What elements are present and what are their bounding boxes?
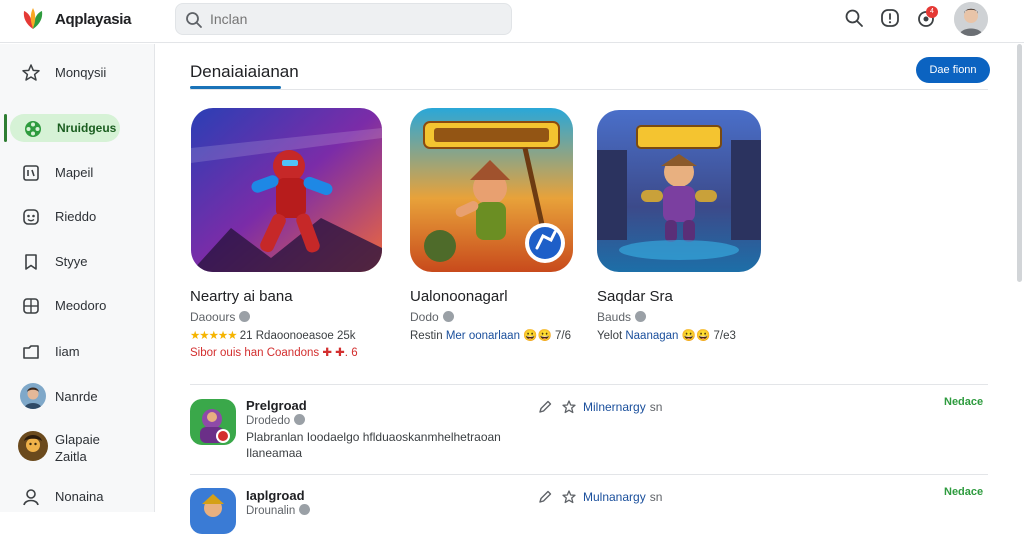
game-title[interactable]: Saqdar Sra: [597, 288, 673, 305]
search-icon: [186, 12, 202, 28]
user-avatar[interactable]: [954, 2, 988, 36]
game-developer: Dodo: [410, 310, 454, 324]
sidebar-item-nruidgeus[interactable]: Nruidgeus: [10, 114, 120, 142]
section-title: Denaiaiaianan: [190, 62, 299, 81]
sidebar-item-meodoro[interactable]: Meodoro: [8, 291, 148, 319]
divider: [190, 474, 988, 475]
sidebar-item-rieddo[interactable]: Rieddo: [8, 202, 148, 230]
app-name[interactable]: Aqplayasia: [55, 11, 132, 28]
search-icon[interactable]: [844, 8, 864, 28]
bookmark-icon: [25, 254, 37, 270]
folder-icon: [23, 345, 39, 359]
game-title[interactable]: Neartry ai bana: [190, 288, 293, 305]
star-outline-icon[interactable]: [561, 489, 577, 505]
verified-icon: [635, 311, 647, 322]
game-developer: Bauds: [597, 310, 647, 324]
game-meta: Yelot Naanagan 😀😀 7/e3: [597, 330, 736, 342]
sidebar-item-label: Nanrde: [55, 389, 98, 404]
games-icon: [25, 121, 41, 137]
sidebar-item-label: Meodoro: [55, 298, 107, 313]
list-item-developer: Drodedo: [246, 414, 306, 427]
list-item-status: Nedace: [944, 396, 984, 408]
sidebar-item-label: Rieddo: [55, 209, 97, 224]
game-card-art[interactable]: [597, 110, 761, 272]
avatar: [18, 431, 48, 461]
list-item-title[interactable]: Iaplgroad: [246, 488, 305, 503]
game-meta: ★★★★★ 21 Rdaoonoeasoe 25k: [190, 330, 356, 342]
sidebar-item-label: Nonaina: [55, 489, 104, 504]
edit-icon[interactable]: [537, 489, 553, 505]
help-icon[interactable]: [880, 8, 900, 28]
edit-icon[interactable]: [537, 399, 553, 415]
list-app-icon[interactable]: [190, 399, 236, 445]
sidebar-item-styye[interactable]: Styye: [8, 247, 148, 275]
game-card-art[interactable]: [191, 108, 382, 272]
sidebar-item-label: Nruidgeus: [57, 121, 117, 135]
apps-grid-icon: [23, 298, 39, 314]
notification-badge: 4: [926, 6, 938, 18]
list-app-icon[interactable]: [190, 488, 236, 534]
verified-icon: [239, 311, 251, 322]
scrollbar[interactable]: [1017, 44, 1022, 282]
game-meta: Restin Mer oonarlaan 😀😀 7/6: [410, 330, 571, 342]
verified-icon: [299, 504, 311, 515]
verified-icon: [442, 311, 454, 322]
sidebar-item-iiam[interactable]: Iiam: [8, 337, 148, 365]
sidebar-item-label: Monqysii: [55, 65, 107, 80]
person-outline-icon: [23, 489, 39, 506]
sidebar-item-label: Mapeil: [55, 165, 94, 180]
star-outline-icon[interactable]: [561, 399, 577, 415]
search-bar[interactable]: [175, 3, 512, 35]
game-developer: Daoours: [190, 310, 251, 324]
books-icon: [23, 165, 39, 181]
app-logo-icon[interactable]: [20, 6, 46, 32]
list-item-status: Nedace: [944, 486, 984, 498]
list-item-link[interactable]: Mulnanargy sn: [583, 490, 662, 504]
face-icon: [23, 209, 39, 225]
sidebar-item-mapeil[interactable]: Mapeil: [8, 158, 148, 186]
list-item-developer: Drounalin: [246, 504, 311, 517]
sidebar-item-label: Glapaie Zaitla: [55, 432, 100, 464]
divider: [190, 89, 988, 90]
game-card-art[interactable]: [410, 108, 573, 272]
rating-stars: ★★★★★: [190, 330, 238, 342]
avatar: [20, 383, 46, 409]
sidebar-item-label: Styye: [55, 254, 88, 269]
game-title[interactable]: Ualonoonagarl: [410, 288, 508, 305]
sidebar-item-glapaie[interactable]: Glapaie Zaitla: [8, 428, 148, 464]
active-nav-indicator: [4, 114, 7, 142]
promo-text[interactable]: Sibor ouis han Coandons ✚ ✚. 6: [190, 345, 358, 359]
sidebar-item-monqysii[interactable]: Monqysii: [8, 58, 148, 86]
see-more-button[interactable]: Dae fionn: [916, 57, 990, 83]
sidebar-item-nonaina[interactable]: Nonaina: [8, 482, 148, 510]
divider: [190, 384, 988, 385]
verified-icon: [294, 414, 306, 425]
list-item-title[interactable]: Prelgroad: [246, 398, 307, 413]
list-item-link[interactable]: Milnernargy sn: [583, 400, 662, 414]
top-bar: Aqplayasia 4: [0, 0, 1024, 43]
sidebar-item-label: Iiam: [55, 344, 80, 359]
sidebar-item-nanrde[interactable]: Nanrde: [8, 382, 148, 410]
star-outline-icon: [22, 64, 40, 81]
search-input[interactable]: [210, 4, 500, 34]
list-item-description: Plabranlan Ioodaelgo hflduaoskanmhelhetr…: [246, 430, 501, 460]
